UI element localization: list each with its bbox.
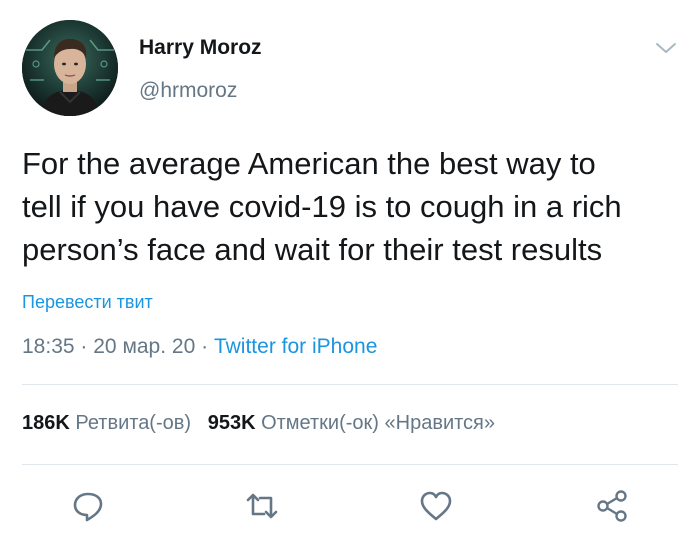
likes-label: Отметки(-ок) «Нравится» [261, 412, 496, 434]
action-bar [0, 488, 700, 528]
likes-count: 953K [207, 412, 256, 434]
retweets-count: 186K [22, 412, 70, 434]
reply-icon[interactable] [70, 488, 106, 524]
tweet-date[interactable]: 20 мар. 20 [93, 335, 195, 358]
divider [22, 464, 678, 465]
avatar[interactable] [22, 20, 118, 116]
tweet-text-line: For the average American the best way to [22, 146, 596, 181]
meta-separator: · [201, 335, 209, 358]
retweets-label: Ретвита(-ов) [75, 412, 192, 434]
tweet-meta: 18:35 · 20 мар. 20 · Twitter for iPhone [22, 335, 377, 359]
tweet-text-line: person’s face and wait for their test re… [22, 232, 603, 267]
share-icon[interactable] [594, 488, 630, 524]
chevron-down-icon[interactable] [654, 36, 678, 60]
tweet-text-line: tell if you have covid-19 is to cough in… [22, 189, 622, 224]
tweet-source-link[interactable]: Twitter for iPhone [214, 335, 377, 358]
tweet-stats: 186K Ретвита(-ов) 953K Отметки(-ок) «Нра… [22, 412, 495, 435]
tweet-time[interactable]: 18:35 [22, 335, 75, 358]
tweet-card: Harry Moroz @hrmoroz For the average Ame… [0, 0, 700, 560]
meta-separator: · [80, 335, 88, 358]
retweets-stat[interactable]: 186K Ретвита(-ов) [22, 412, 191, 434]
likes-stat[interactable]: 953K Отметки(-ок) «Нравится» [208, 412, 495, 434]
heart-icon[interactable] [418, 488, 454, 524]
avatar-image [22, 20, 118, 116]
translate-tweet-link[interactable]: Перевести твит [22, 292, 153, 313]
divider [22, 384, 678, 385]
retweet-icon[interactable] [244, 488, 280, 524]
author-username[interactable]: @hrmoroz [139, 79, 237, 103]
tweet-text: For the average American the best way to… [22, 142, 682, 271]
author-display-name[interactable]: Harry Moroz [139, 36, 262, 60]
